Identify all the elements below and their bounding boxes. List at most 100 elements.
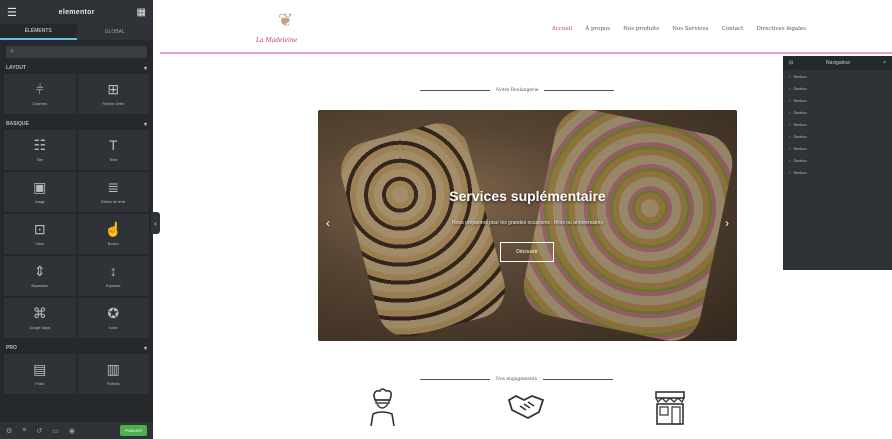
widget-flexbox-grid[interactable]: ⊞ Flexbox Grille	[77, 74, 149, 114]
text-icon: T	[108, 137, 118, 153]
site-logo[interactable]: ❦ La Madeleine	[256, 10, 316, 46]
main-nav: Accueil À propos Nos produits Nos Servic…	[552, 26, 806, 32]
layers-icon[interactable]: ≡	[22, 427, 26, 434]
widget-posts[interactable]: ▤ Posts	[4, 354, 76, 394]
nav-item-home[interactable]: Accueil	[552, 26, 572, 32]
section-title-text: Nos engagements	[496, 377, 538, 382]
nav-item-about[interactable]: À propos	[585, 26, 610, 32]
hero-slider[interactable]: Services suplémentaire Nous préparons po…	[318, 110, 737, 341]
caret-right-icon: ›	[789, 145, 791, 151]
widget-label: Texte	[109, 158, 118, 162]
caret-right-icon: ›	[789, 85, 791, 91]
panel-header: ☰ elementor ▦	[0, 0, 153, 24]
divider-line	[544, 90, 615, 91]
category-label: PRO	[6, 345, 17, 351]
widget-label: Espaceur	[105, 284, 121, 288]
panel-title: elementor	[58, 8, 95, 16]
nav-item-services[interactable]: Nos Services	[672, 26, 708, 32]
close-icon[interactable]: ×	[883, 60, 886, 66]
widget-divider[interactable]: ⇕ Séparateur	[4, 256, 76, 296]
publish-button[interactable]: PUBLIER	[119, 425, 147, 436]
preview-icon[interactable]: ◉	[69, 427, 75, 435]
widget-label: Google Maps	[29, 326, 51, 330]
navigator-row[interactable]: › Section	[783, 70, 892, 82]
baker-chef-icon	[370, 388, 395, 426]
panel-tabs: ÉLÉMENTS GLOBAL	[0, 24, 153, 40]
navigator-panel: ⊟ Navigateur × › Section › Section › Sectio…	[783, 56, 892, 270]
nav-item-products[interactable]: Nos produits	[623, 26, 659, 32]
search-icon: ⌕	[10, 48, 14, 55]
navigator-row[interactable]: › Section	[783, 166, 892, 178]
posts-icon: ▤	[33, 361, 47, 377]
widget-search-input[interactable]: ⌕	[6, 46, 147, 58]
widget-google-maps[interactable]: ⌘ Google Maps	[4, 298, 76, 338]
responsive-icon[interactable]: ▭	[52, 427, 59, 435]
navigator-row[interactable]: › Section	[783, 106, 892, 118]
widget-spacer[interactable]: ↕ Espaceur	[77, 256, 149, 296]
caret-right-icon: ›	[789, 109, 791, 115]
caret-right-icon: ›	[789, 73, 791, 79]
widget-icon[interactable]: ✪ Icône	[77, 298, 149, 338]
heading-icon: ☷	[33, 137, 47, 153]
grid-icon: ⊞	[107, 81, 120, 97]
video-icon: ⊡	[33, 221, 46, 237]
chevron-down-icon: ▾	[143, 65, 147, 72]
settings-icon[interactable]: ⚙	[6, 427, 12, 435]
widget-label: Portfolio	[106, 382, 120, 386]
chevron-down-icon: ▾	[143, 121, 147, 128]
navigator-row[interactable]: › Section	[783, 142, 892, 154]
widget-video[interactable]: ⊡ Vidéo	[4, 214, 76, 254]
section-title-text: Notre Boulangerie	[496, 88, 539, 93]
image-icon: ▣	[33, 179, 47, 195]
slider-prev-arrow-icon[interactable]: ‹	[326, 216, 330, 230]
navigator-row-label: Section	[793, 85, 807, 91]
category-layout[interactable]: LAYOUT ▾	[0, 62, 153, 74]
navigator-row[interactable]: › Section	[783, 82, 892, 94]
widget-label: Séparateur	[31, 284, 49, 288]
history-icon[interactable]: ↺	[36, 427, 42, 435]
widget-text-editor[interactable]: ≣ Éditeur de texte	[77, 172, 149, 212]
navigator-row-label: Section	[793, 121, 807, 127]
handshake-icon	[507, 394, 545, 420]
caret-right-icon: ›	[789, 157, 791, 163]
widget-heading[interactable]: ☷ Titre	[4, 130, 76, 170]
navigator-row-label: Section	[793, 133, 807, 139]
navigator-row[interactable]: › Section	[783, 94, 892, 106]
nav-item-legal[interactable]: Directives légales	[756, 26, 806, 32]
navigator-row[interactable]: › Section	[783, 118, 892, 130]
tab-elements[interactable]: ÉLÉMENTS	[0, 24, 77, 40]
apps-grid-icon[interactable]: ▦	[137, 7, 146, 18]
navigator-row-label: Section	[793, 109, 807, 115]
widget-label: Éditeur de texte	[100, 200, 126, 204]
widget-label: Flexbox Grille	[102, 102, 124, 106]
widget-image[interactable]: ▣ Image	[4, 172, 76, 212]
nav-item-contact[interactable]: Contact	[721, 26, 743, 32]
editor-panel: ☰ elementor ▦ ÉLÉMENTS GLOBAL ⌕ LAYOUT ▾…	[0, 0, 153, 439]
navigator-row[interactable]: › Section	[783, 154, 892, 166]
widget-button[interactable]: ☝ Bouton	[77, 214, 149, 254]
widget-label: Vidéo	[35, 242, 45, 246]
widget-label: Image	[34, 200, 45, 204]
navigator-collapse-icon[interactable]: ⊟	[789, 60, 793, 66]
navigator-row[interactable]: › Section	[783, 130, 892, 142]
spacer-icon: ↕	[109, 263, 117, 279]
slider-subtitle: Nous préparons pour les grandes occasion…	[452, 220, 603, 226]
navigator-row-label: Section	[793, 145, 807, 151]
divider-line	[543, 379, 614, 380]
slider-title: Services suplémentaire	[449, 188, 606, 204]
caret-right-icon: ›	[789, 121, 791, 127]
widget-portfolio[interactable]: ▥ Portfolio	[77, 354, 149, 394]
divider-icon: ⇕	[33, 263, 46, 279]
widget-label: Bouton	[107, 242, 119, 246]
logo-name: La Madeleine	[256, 37, 298, 44]
columns-icon: ⫩	[35, 81, 44, 97]
slider-discover-button[interactable]: Découvrir	[500, 242, 554, 262]
slider-next-arrow-icon[interactable]: ›	[725, 216, 729, 230]
tab-global[interactable]: GLOBAL	[76, 24, 153, 40]
category-pro[interactable]: PRO ▾	[0, 342, 153, 354]
category-basic[interactable]: BASIQUE ▾	[0, 118, 153, 130]
widget-text[interactable]: T Texte	[77, 130, 149, 170]
widget-columns[interactable]: ⫩ Colonnes	[4, 74, 76, 114]
menu-icon[interactable]: ☰	[7, 6, 17, 19]
collapse-panel-handle[interactable]: ‹	[151, 212, 160, 234]
